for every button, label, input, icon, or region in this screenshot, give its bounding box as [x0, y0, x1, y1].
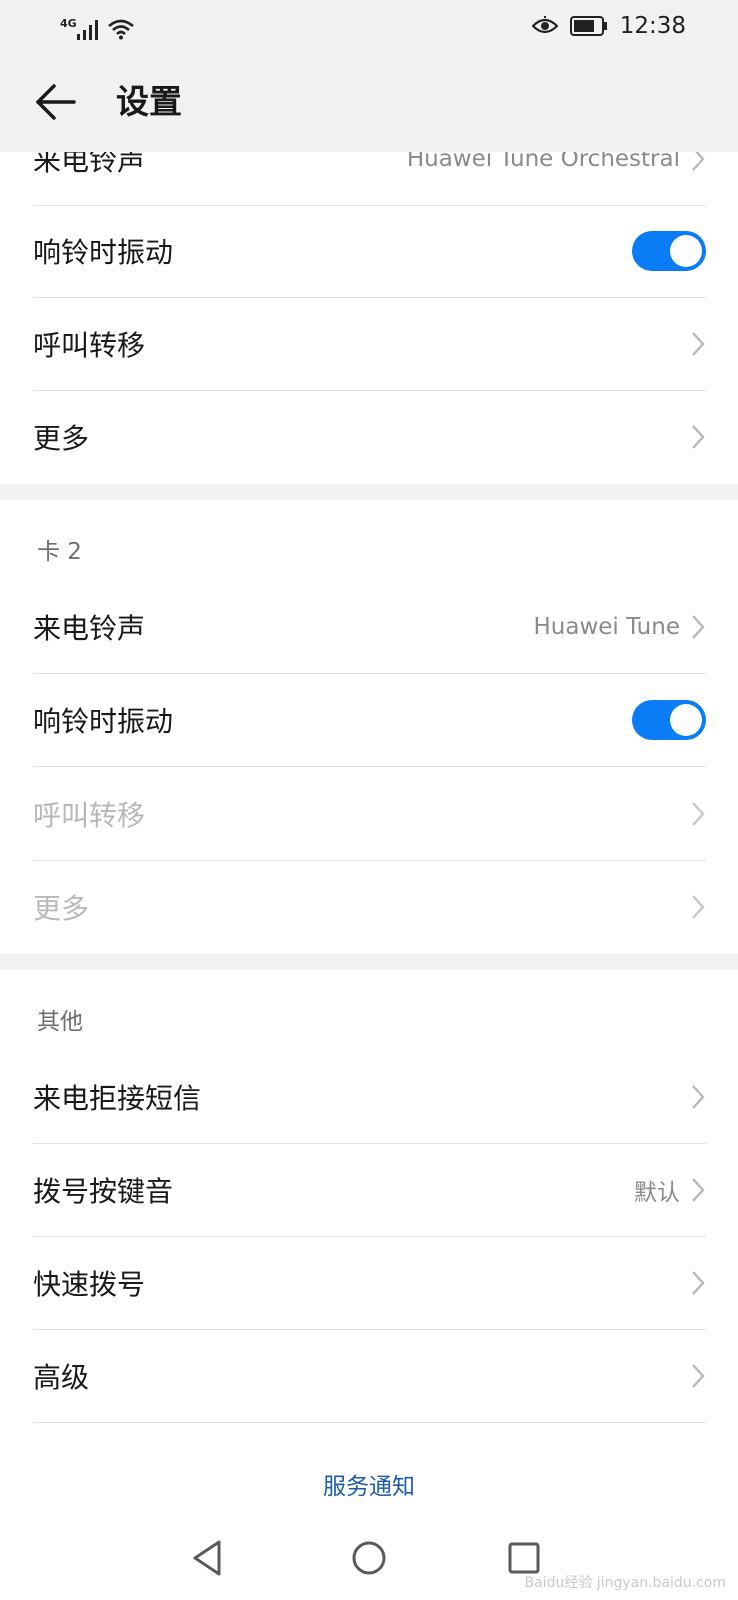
- watermark: Baidu经验 jingyan.baidu.com: [524, 1575, 726, 1591]
- reject-sms-row[interactable]: 来电拒接短信: [33, 1050, 706, 1144]
- chevron-right-icon: [692, 1364, 705, 1388]
- back-triangle-icon[interactable]: [187, 1536, 231, 1580]
- navigation-bar: Baidu经验 jingyan.baidu.com: [0, 1514, 738, 1600]
- row-label: 高级: [33, 1361, 90, 1394]
- card2-ringtone-row[interactable]: 来电铃声 Huawei Tune: [33, 580, 706, 674]
- card1-more-row[interactable]: 更多: [33, 390, 706, 484]
- arrow-left-icon[interactable]: [34, 80, 78, 124]
- row-label: 更多: [33, 892, 90, 925]
- section-header-card2: 卡 2: [37, 539, 82, 565]
- status-left: 4G: [60, 12, 135, 40]
- eye-comfort-icon: [531, 16, 558, 34]
- network-type: 4G: [60, 17, 77, 30]
- chevron-right-icon: [692, 332, 705, 356]
- row-label: 响铃时振动: [33, 705, 174, 738]
- status-right: 12:38: [531, 10, 686, 42]
- toggle-knob: [670, 704, 702, 736]
- dial-tone-row[interactable]: 拨号按键音 默认: [33, 1143, 706, 1237]
- chevron-right-icon: [692, 1085, 705, 1109]
- section-divider: [0, 484, 738, 500]
- chevron-right-icon: [692, 1271, 705, 1295]
- advanced-row[interactable]: 高级: [33, 1329, 706, 1423]
- app-bar: 设置: [0, 52, 738, 152]
- toggle-knob: [670, 235, 702, 267]
- section-header-other: 其他: [37, 1009, 83, 1035]
- card1-call-forwarding-row[interactable]: 呼叫转移: [33, 297, 706, 391]
- row-label: 呼叫转移: [33, 329, 146, 362]
- section-divider: [0, 954, 738, 970]
- row-label: 快速拨号: [33, 1268, 146, 1301]
- battery-icon: [569, 16, 607, 36]
- chevron-right-icon: [692, 802, 705, 826]
- home-circle-icon[interactable]: [347, 1536, 391, 1580]
- chevron-right-icon: [692, 615, 705, 639]
- row-label: 响铃时振动: [33, 236, 174, 269]
- card2-vibrate-row[interactable]: 响铃时振动: [33, 673, 706, 767]
- chevron-right-icon: [692, 1178, 705, 1202]
- card1-vibrate-row[interactable]: 响铃时振动: [33, 204, 706, 298]
- status-time: 12:38: [619, 13, 686, 39]
- wifi-icon: [107, 19, 134, 40]
- chevron-right-icon: [692, 425, 705, 449]
- row-label: 来电铃声: [33, 612, 146, 645]
- row-label: 拨号按键音: [33, 1175, 174, 1208]
- chevron-right-icon: [692, 895, 705, 919]
- speed-dial-row[interactable]: 快速拨号: [33, 1236, 706, 1330]
- service-notice-link[interactable]: 服务通知: [0, 1467, 738, 1501]
- row-value: Huawei Tune: [533, 614, 681, 640]
- row-label: 更多: [33, 422, 90, 455]
- status-bar: 4G 12:38: [0, 0, 738, 52]
- card2-more-row: 更多: [33, 860, 706, 954]
- row-label: 呼叫转移: [33, 799, 146, 832]
- vibrate-toggle[interactable]: [632, 700, 706, 740]
- card2-call-forwarding-row: 呼叫转移: [33, 767, 706, 861]
- page-title: 设置: [116, 82, 182, 121]
- signal-icon: [76, 20, 98, 40]
- row-value: 默认: [634, 1180, 680, 1206]
- row-label: 来电拒接短信: [33, 1082, 202, 1115]
- vibrate-toggle[interactable]: [632, 231, 706, 271]
